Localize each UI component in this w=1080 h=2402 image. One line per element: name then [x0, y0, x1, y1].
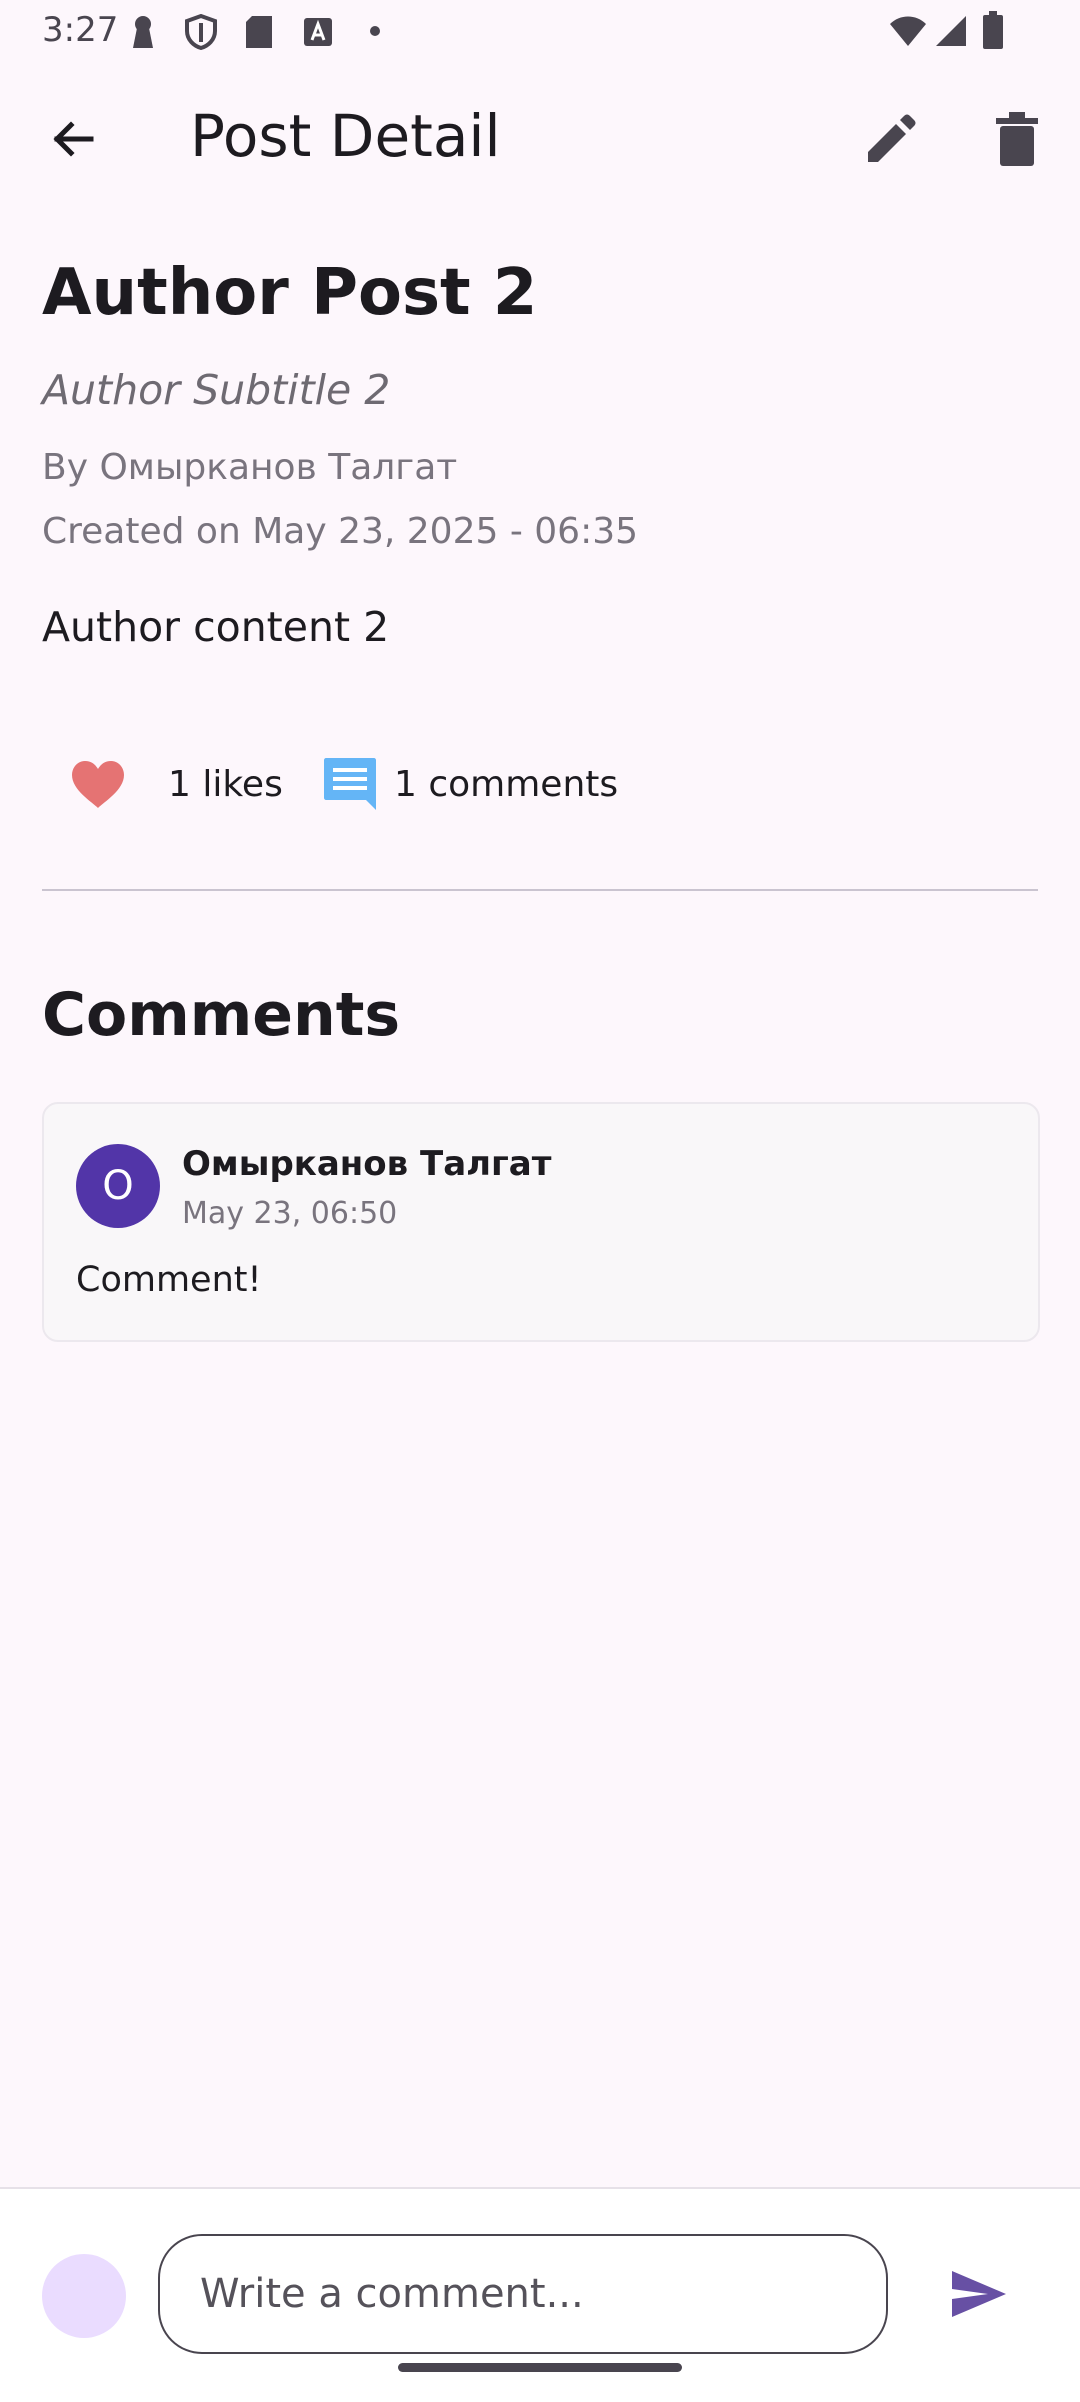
pencil-icon	[868, 114, 916, 162]
back-button[interactable]	[28, 94, 118, 184]
shield-icon	[185, 14, 217, 50]
edit-button[interactable]	[846, 94, 936, 184]
comments-heading: Comments	[42, 980, 401, 1050]
home-indicator	[398, 2363, 682, 2372]
comment-author: Омырканов Талгат	[182, 1144, 552, 1184]
battery-icon	[983, 11, 1003, 49]
post-content: Author content 2	[42, 603, 390, 651]
comment-text: Comment!	[76, 1260, 262, 1300]
keyhole-icon	[133, 16, 153, 48]
signal-icon	[936, 16, 966, 46]
user-avatar	[42, 2254, 126, 2338]
delete-button[interactable]	[972, 94, 1062, 184]
status-time: 3:27	[42, 10, 119, 50]
comment-timestamp: May 23, 06:50	[182, 1196, 398, 1231]
arrow-back-icon	[53, 121, 94, 157]
post-title: Author Post 2	[42, 256, 538, 330]
divider	[42, 889, 1038, 891]
heart-icon	[72, 761, 124, 808]
comment-card: О Омырканов Талгат May 23, 06:50 Comment…	[42, 1102, 1040, 1342]
comment-input[interactable]	[158, 2234, 888, 2354]
send-icon	[952, 2271, 1006, 2317]
dot-icon	[370, 26, 380, 36]
comment-icon	[324, 758, 376, 810]
avatar: О	[76, 1144, 160, 1228]
like-button[interactable]	[70, 750, 126, 820]
page-title: Post Detail	[190, 102, 501, 170]
post-created-date: Created on May 23, 2025 - 06:35	[42, 511, 639, 552]
text-a-icon	[304, 18, 332, 46]
post-author: By Омырканов Талгат	[42, 447, 458, 488]
trash-icon	[996, 112, 1038, 166]
send-button[interactable]	[934, 2249, 1024, 2339]
comments-count: 1 comments	[394, 764, 619, 805]
wifi-icon	[890, 16, 926, 46]
post-subtitle: Author Subtitle 2	[42, 366, 391, 414]
status-bar: 3:27	[0, 0, 1080, 64]
app-bar: Post Detail	[0, 64, 1080, 204]
sd-card-icon	[246, 16, 272, 48]
likes-count: 1 likes	[168, 764, 283, 805]
post-stats: 1 likes 1 comments	[42, 740, 1042, 830]
